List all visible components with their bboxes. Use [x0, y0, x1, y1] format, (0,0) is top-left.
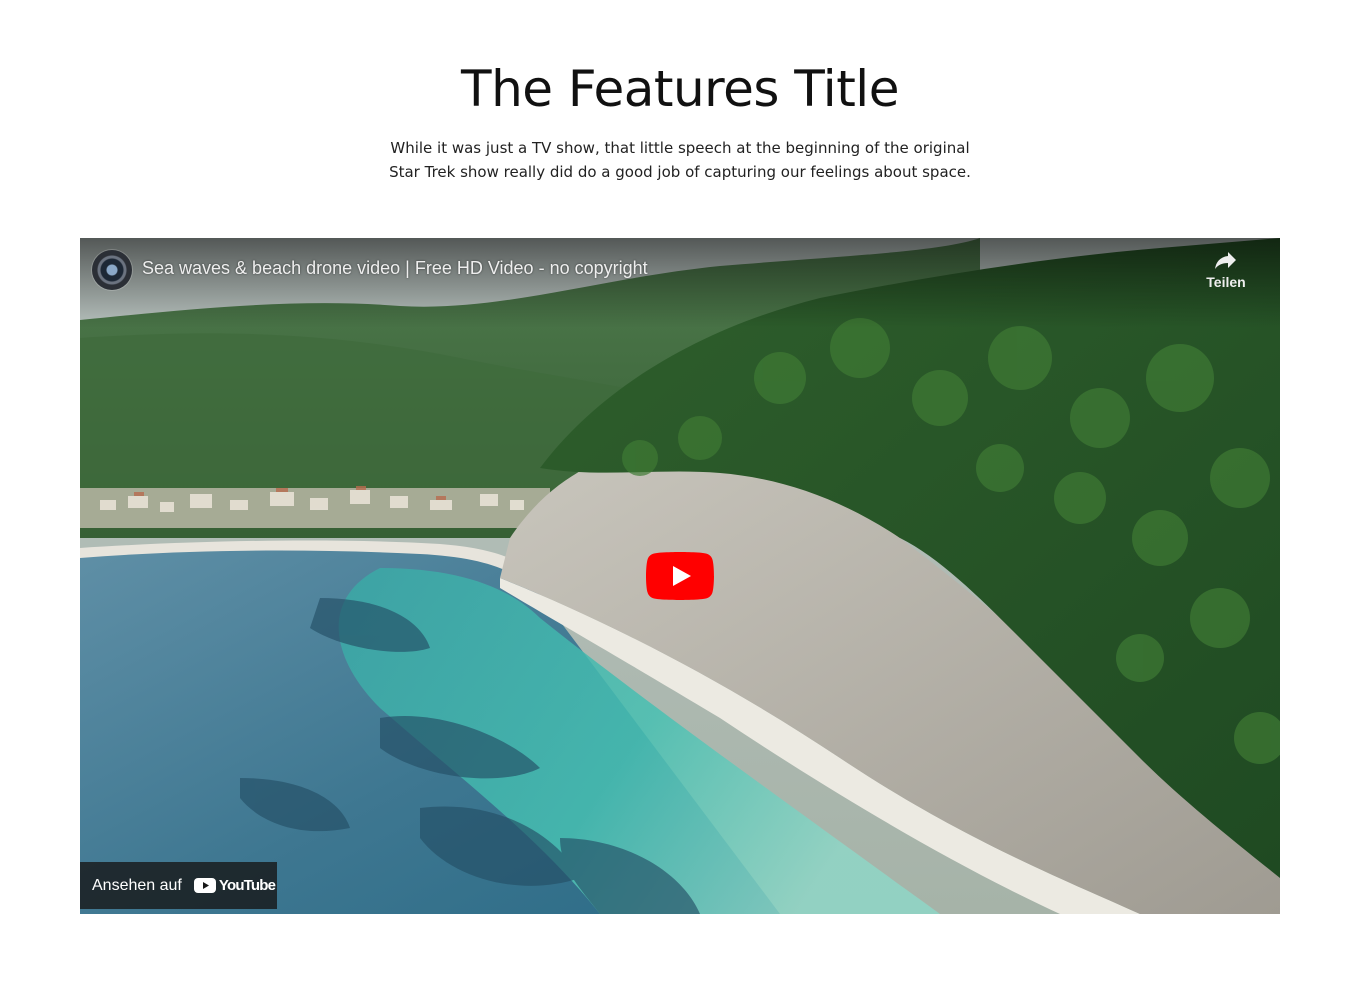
- features-description-line-2: Star Trek show really did do a good job …: [389, 163, 971, 181]
- features-description-line-1: While it was just a TV show, that little…: [390, 139, 970, 157]
- youtube-logo: YouTube: [193, 877, 276, 894]
- youtube-video-embed[interactable]: Sea waves & beach drone video | Free HD …: [80, 238, 1280, 914]
- youtube-wordmark: YouTube: [218, 877, 276, 894]
- share-label: Teilen: [1206, 274, 1246, 290]
- share-icon: [1215, 252, 1236, 269]
- features-title: The Features Title: [461, 60, 899, 118]
- video-title[interactable]: Sea waves & beach drone video | Free HD …: [142, 258, 648, 279]
- features-description: While it was just a TV show, that little…: [380, 136, 980, 184]
- share-button[interactable]: Teilen: [1196, 250, 1256, 290]
- features-section: The Features Title While it was just a T…: [0, 0, 1360, 986]
- play-button[interactable]: [646, 552, 714, 600]
- youtube-play-icon: [193, 878, 216, 893]
- channel-avatar[interactable]: [92, 250, 132, 290]
- watch-on-youtube-button[interactable]: Ansehen auf YouTube: [80, 862, 277, 909]
- watch-on-label: Ansehen auf: [92, 876, 182, 894]
- video-top-overlay: [80, 238, 1280, 328]
